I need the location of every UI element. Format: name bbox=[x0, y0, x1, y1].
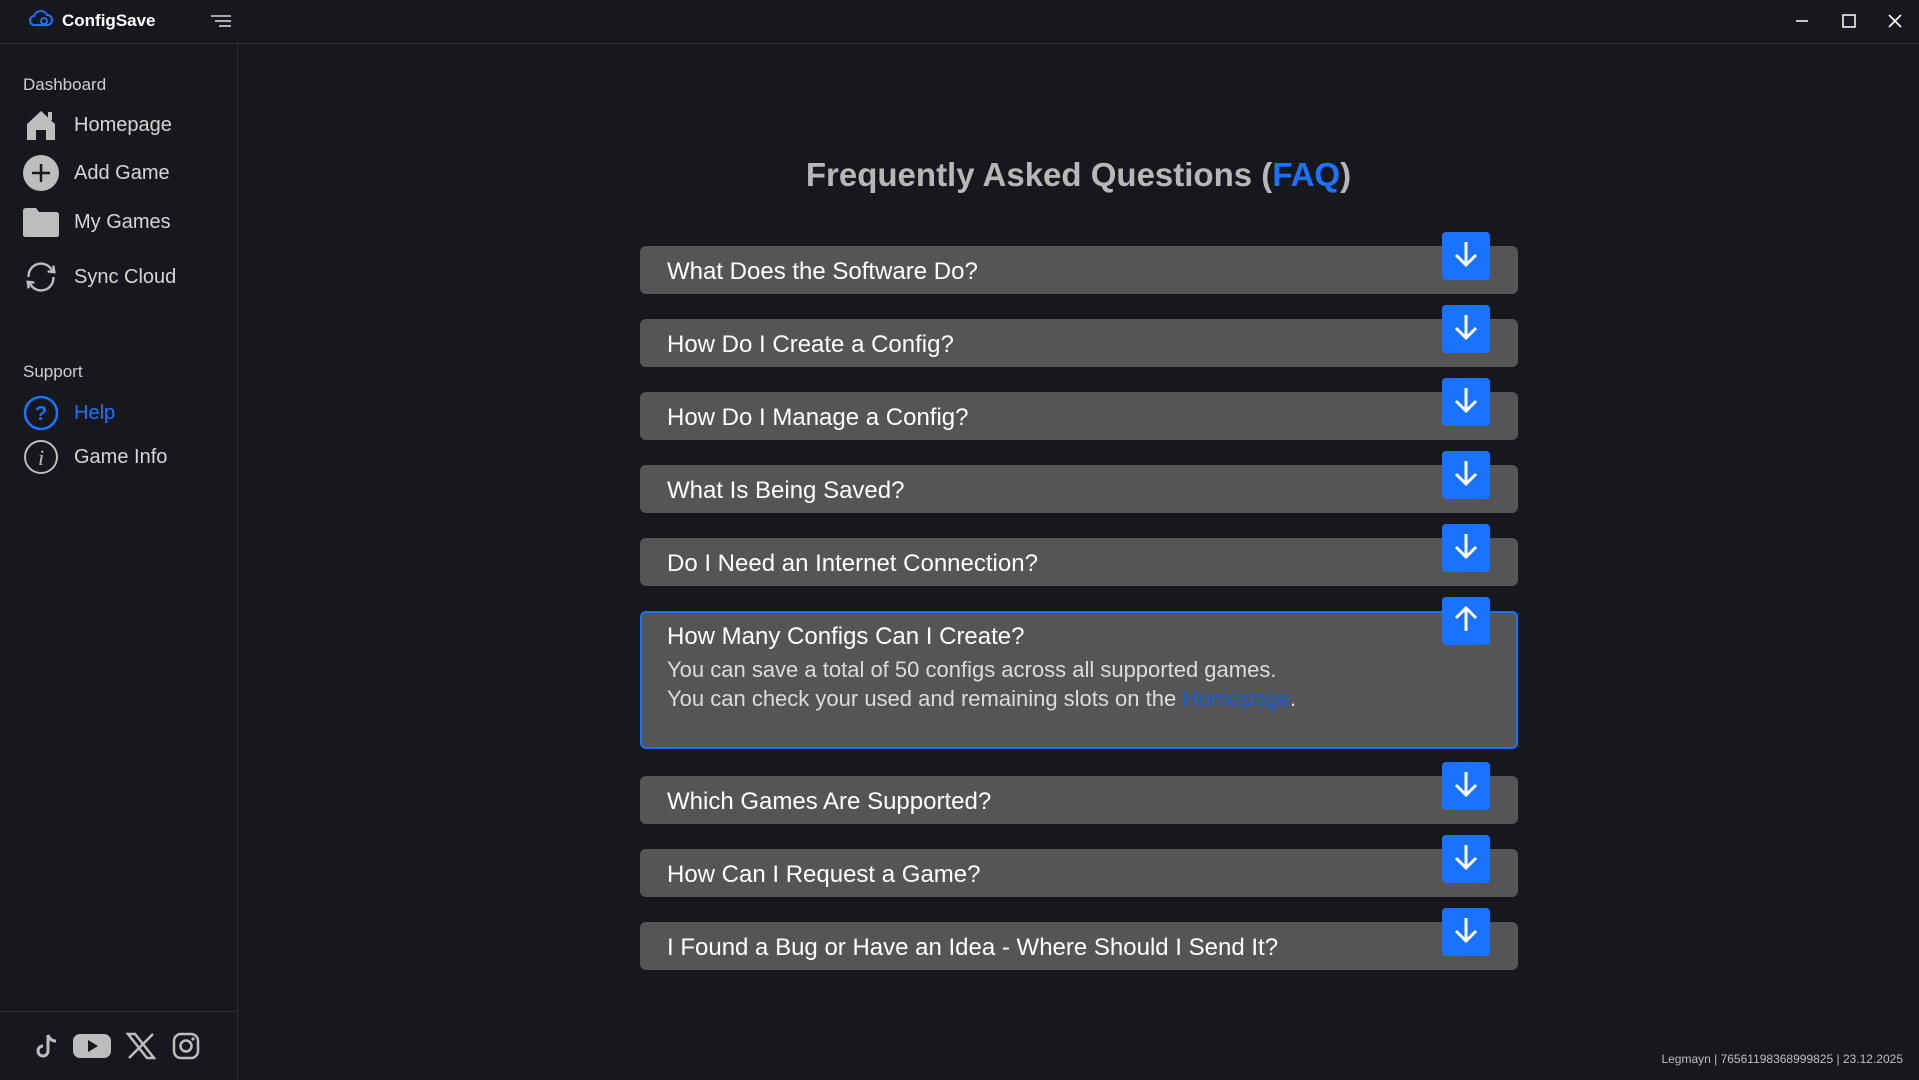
app-name: ConfigSave bbox=[62, 10, 156, 30]
faq-question: How Can I Request a Game? bbox=[667, 861, 981, 888]
page-title-suffix: ) bbox=[1340, 156, 1352, 193]
expand-button[interactable] bbox=[1442, 908, 1490, 956]
faq-question: I Found a Bug or Have an Idea - Where Sh… bbox=[667, 934, 1279, 961]
section-label-support: Support bbox=[23, 362, 83, 381]
social-links bbox=[0, 1011, 237, 1080]
footer-user-info: Legmayn | 76561198368999825 | 23.12.2025 bbox=[1661, 1052, 1903, 1066]
sidebar-item-label: Game Info bbox=[74, 445, 168, 468]
faq-question: Which Games Are Supported? bbox=[667, 788, 992, 815]
faq-question: What Does the Software Do? bbox=[667, 258, 978, 285]
collapse-button[interactable] bbox=[1442, 597, 1490, 645]
cloud-logo-icon bbox=[28, 8, 54, 33]
instagram-icon[interactable] bbox=[170, 1030, 202, 1062]
arrow-down-icon bbox=[1453, 915, 1479, 950]
section-label-dashboard: Dashboard bbox=[23, 75, 107, 94]
faq-item[interactable]: How Can I Request a Game? bbox=[640, 835, 1518, 897]
sidebar-item-label: Add Game bbox=[74, 161, 170, 184]
svg-text:i: i bbox=[38, 445, 44, 470]
faq-question: How Do I Manage a Config? bbox=[667, 404, 969, 431]
faq-item[interactable]: I Found a Bug or Have an Idea - Where Sh… bbox=[640, 908, 1518, 970]
sidebar-item-game-info[interactable]: i Game Info bbox=[22, 438, 167, 476]
expand-button[interactable] bbox=[1442, 305, 1490, 353]
homepage-link[interactable]: Homepage bbox=[1182, 686, 1290, 711]
arrow-down-icon bbox=[1453, 842, 1479, 877]
sidebar-item-label: Help bbox=[74, 401, 116, 424]
sidebar-item-homepage[interactable]: Homepage bbox=[22, 106, 172, 144]
page-title-accent: FAQ bbox=[1272, 156, 1341, 193]
tiktok-icon[interactable] bbox=[31, 1030, 63, 1062]
sidebar-item-label: Homepage bbox=[74, 113, 172, 136]
faq-item[interactable]: What Is Being Saved? bbox=[640, 451, 1518, 513]
x-icon[interactable] bbox=[125, 1030, 157, 1062]
faq-question: Do I Need an Internet Connection? bbox=[667, 550, 1038, 577]
expand-button[interactable] bbox=[1442, 762, 1490, 810]
info-circle-icon: i bbox=[22, 438, 60, 476]
faq-question: How Many Configs Can I Create? bbox=[667, 623, 1025, 650]
faq-answer-text: You can check your used and remaining sl… bbox=[667, 686, 1183, 711]
faq-answer-suffix: . bbox=[1289, 686, 1297, 711]
page-title: Frequently Asked Questions (FAQ) bbox=[238, 156, 1919, 194]
menu-toggle-icon[interactable] bbox=[208, 10, 234, 32]
expand-button[interactable] bbox=[1442, 232, 1490, 280]
sidebar-item-help[interactable]: ? Help bbox=[22, 394, 115, 432]
sidebar: Dashboard Homepage Add Game My Games Syn… bbox=[0, 44, 238, 1080]
youtube-icon[interactable] bbox=[72, 1030, 112, 1062]
maximize-button[interactable] bbox=[1834, 8, 1864, 34]
faq-answer: You can save a total of 50 configs acros… bbox=[667, 655, 1296, 713]
arrow-down-icon bbox=[1453, 769, 1479, 804]
expand-button[interactable] bbox=[1442, 378, 1490, 426]
faq-answer-line: You can check your used and remaining sl… bbox=[667, 684, 1296, 713]
arrow-down-icon bbox=[1453, 458, 1479, 493]
minimize-button[interactable] bbox=[1787, 8, 1817, 34]
sidebar-item-label: My Games bbox=[74, 210, 171, 233]
sidebar-item-add-game[interactable]: Add Game bbox=[22, 154, 170, 192]
faq-item[interactable]: What Does the Software Do? bbox=[640, 232, 1518, 294]
faq-question: How Do I Create a Config? bbox=[667, 331, 954, 358]
folder-icon bbox=[22, 203, 60, 241]
expand-button[interactable] bbox=[1442, 835, 1490, 883]
home-icon bbox=[22, 106, 60, 144]
arrow-down-icon bbox=[1453, 239, 1479, 274]
expand-button[interactable] bbox=[1442, 524, 1490, 572]
arrow-up-icon bbox=[1453, 604, 1479, 639]
arrow-down-icon bbox=[1453, 531, 1479, 566]
faq-item[interactable]: Do I Need an Internet Connection? bbox=[640, 524, 1518, 586]
faq-item[interactable]: How Do I Manage a Config? bbox=[640, 378, 1518, 440]
sidebar-item-my-games[interactable]: My Games bbox=[22, 203, 171, 241]
faq-item-expanded[interactable]: How Many Configs Can I Create? You can s… bbox=[640, 597, 1518, 749]
faq-question: What Is Being Saved? bbox=[667, 477, 905, 504]
plus-circle-icon bbox=[22, 154, 60, 192]
sidebar-item-sync-cloud[interactable]: Sync Cloud bbox=[22, 258, 176, 296]
svg-text:?: ? bbox=[35, 403, 47, 425]
sidebar-item-label: Sync Cloud bbox=[74, 265, 177, 288]
app-brand: ConfigSave bbox=[28, 8, 156, 33]
arrow-down-icon bbox=[1453, 312, 1479, 347]
page-title-text: Frequently Asked Questions ( bbox=[805, 156, 1273, 193]
question-circle-icon: ? bbox=[22, 394, 60, 432]
faq-item[interactable]: Which Games Are Supported? bbox=[640, 762, 1518, 824]
arrow-down-icon bbox=[1453, 385, 1479, 420]
faq-answer-line: You can save a total of 50 configs acros… bbox=[667, 657, 1277, 682]
title-bar: ConfigSave bbox=[0, 0, 1919, 44]
sync-icon bbox=[22, 258, 60, 296]
faq-item[interactable]: How Do I Create a Config? bbox=[640, 305, 1518, 367]
close-button[interactable] bbox=[1880, 8, 1910, 34]
expand-button[interactable] bbox=[1442, 451, 1490, 499]
